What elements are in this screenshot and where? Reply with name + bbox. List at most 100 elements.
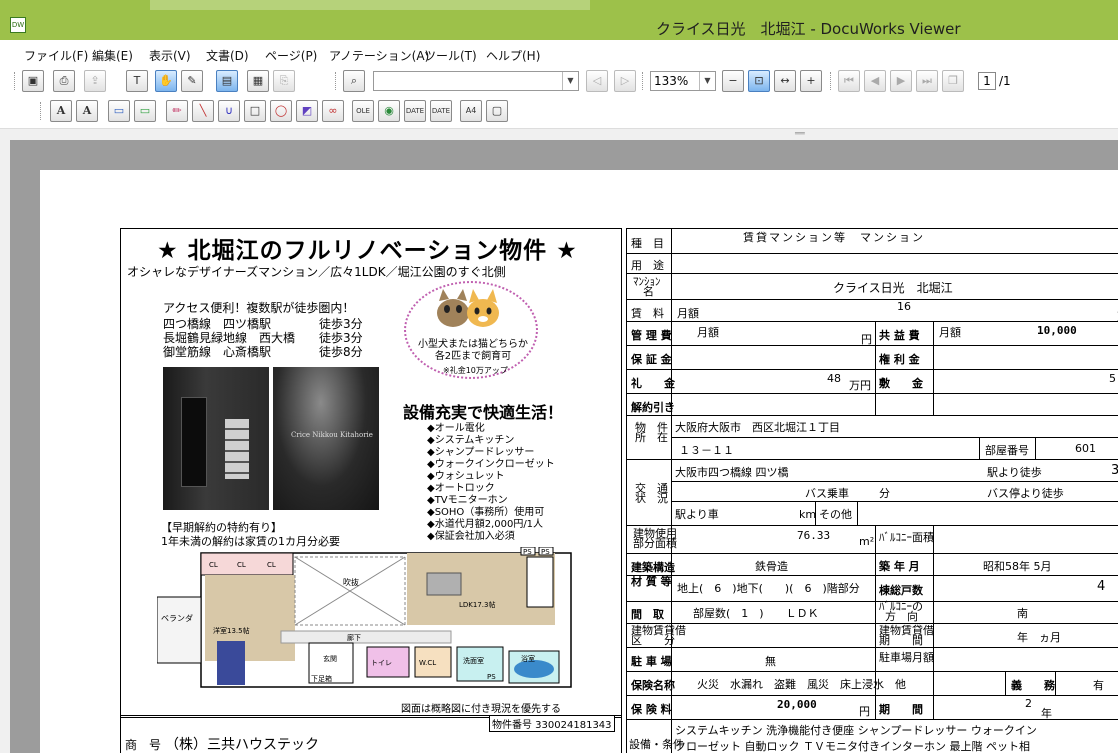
company-box: 商 号 （株）三共ハウステック bbox=[120, 715, 622, 753]
polygon-icon[interactable]: ◩ bbox=[296, 100, 318, 122]
date-stamp-icon[interactable]: DATE bbox=[404, 100, 426, 122]
date-icon[interactable]: DATE bbox=[430, 100, 452, 122]
menu-tools[interactable]: ツール(T) bbox=[424, 47, 477, 64]
value-common-fee: 10,000 bbox=[1037, 324, 1077, 337]
equipment-item: ◆ウォシュレット bbox=[427, 471, 505, 482]
value-rent: 16 bbox=[897, 300, 911, 313]
kyoeki-prefix: 月額 bbox=[939, 326, 961, 339]
label-management-fee: 管 理 費 bbox=[631, 329, 672, 342]
window-title: クライス日光 北堀江 - DocuWorks Viewer bbox=[656, 20, 961, 38]
label-balcony-area: ﾊﾞﾙｺﾆｰ面積 bbox=[879, 531, 934, 544]
menu-annotation[interactable]: アノテーション(A) bbox=[329, 47, 429, 64]
plan-label-ps: PS bbox=[487, 673, 496, 681]
paste-icon[interactable]: ⎘ bbox=[273, 70, 295, 92]
equipment-item: ◆TVモニターホン bbox=[427, 495, 508, 506]
access-heading: アクセス便利！複数駅が徒歩圏内！ bbox=[163, 301, 355, 315]
menu-file[interactable]: ファイル(F) bbox=[24, 47, 88, 64]
fit-width-icon[interactable]: ↔ bbox=[774, 70, 796, 92]
prev-page-icon[interactable]: ◀ bbox=[864, 70, 886, 92]
text-select-icon[interactable]: T bbox=[126, 70, 148, 92]
chevron-down-icon[interactable]: ▼ bbox=[699, 72, 715, 90]
bus-min-unit: 分 bbox=[879, 487, 890, 500]
straight-line-icon[interactable]: ╲ bbox=[192, 100, 214, 122]
pane-splitter[interactable]: ══ bbox=[0, 128, 1118, 138]
polyline-icon[interactable]: ∪ bbox=[218, 100, 240, 122]
kanri-unit: 円 bbox=[861, 333, 872, 346]
label-lease-type-2: 区 分 bbox=[631, 634, 675, 647]
toolbar-separator bbox=[335, 72, 337, 90]
find-prev-icon[interactable]: ◁ bbox=[586, 70, 608, 92]
label-mansion-name-2: 名 bbox=[643, 285, 654, 298]
value-type: 賃貸マンション等 マンション bbox=[743, 231, 925, 244]
toolbar-grip bbox=[14, 72, 16, 90]
toolbar-separator bbox=[642, 72, 644, 90]
annotation-toolbar: A A ▭ ▭ ✏ ╲ ∪ □ ◯ ◩ ∞ OLE ◉ DATE DATE A4… bbox=[0, 96, 1118, 128]
menu-help[interactable]: ヘルプ(H) bbox=[486, 47, 540, 64]
hand-tool-icon[interactable]: ✋ bbox=[155, 70, 177, 92]
zoom-in-icon[interactable]: + bbox=[800, 70, 822, 92]
last-page-icon[interactable]: ⏭ bbox=[916, 70, 938, 92]
page-layout-icon[interactable]: ❐ bbox=[942, 70, 964, 92]
docuworks-app-icon[interactable]: DW bbox=[10, 17, 26, 33]
document-workspace[interactable]: ★ 北堀江のフルリノベーション物件 ★ オシャレなデザイナーズマンション／広々1… bbox=[10, 140, 1118, 753]
page-number-input[interactable]: 1 bbox=[978, 72, 996, 90]
page-size-icon[interactable]: A4 bbox=[460, 100, 482, 122]
plan-label-ps: PS bbox=[541, 548, 550, 556]
entrance-door bbox=[181, 397, 207, 487]
text-box-annotation-icon[interactable]: A bbox=[76, 100, 98, 122]
main-toolbar: ▣ ⎙ ⇪ T ✋ ✎ ▤ ▦ ⎘ ⌕ ▼ ◁ ▷ 133% ▼ − ⊡ ↔ +… bbox=[0, 66, 1118, 98]
value-parking: 無 bbox=[765, 655, 776, 668]
label-room-number: 部屋番号 bbox=[985, 444, 1029, 457]
thumbnail-icon[interactable]: ▦ bbox=[247, 70, 269, 92]
background-window-strip bbox=[150, 0, 590, 10]
ellipse-icon[interactable]: ◯ bbox=[270, 100, 292, 122]
menu-view[interactable]: 表示(V) bbox=[149, 47, 191, 64]
zoom-select[interactable]: 133% ▼ bbox=[650, 71, 716, 91]
insurance-fee-unit: 円 bbox=[859, 705, 870, 718]
eki-walk-label: 駅より徒歩 bbox=[987, 466, 1042, 479]
search-input[interactable]: ▼ bbox=[373, 71, 579, 91]
find-icon[interactable]: ⌕ bbox=[343, 70, 365, 92]
fit-page-icon[interactable]: ⊡ bbox=[748, 70, 770, 92]
plan-label-closet: CL bbox=[209, 561, 218, 569]
flyer-subtitle: オシャレなデザイナーズマンション／広々1LDK／堀江公園のすぐ北側 bbox=[127, 265, 506, 279]
equipment-list: ◆オール電化 ◆システムキッチン ◆シャンプードレッサー ◆ウォークインクローゼ… bbox=[427, 423, 555, 543]
reikin-unit: 万円 bbox=[849, 379, 871, 392]
value-structure: 鉄骨造 bbox=[755, 560, 788, 573]
plan-label-atrium: 吹抜 bbox=[343, 577, 359, 587]
find-next-icon[interactable]: ▷ bbox=[614, 70, 636, 92]
menu-document[interactable]: 文書(D) bbox=[206, 47, 249, 64]
line-marker-blue-icon[interactable]: ▭ bbox=[108, 100, 130, 122]
link-icon[interactable]: ∞ bbox=[322, 100, 344, 122]
eki-car-label: 駅より車 bbox=[675, 508, 719, 521]
send-to-icon[interactable]: ⇪ bbox=[84, 70, 106, 92]
label-parking: 駐 車 場 bbox=[631, 655, 672, 668]
first-page-icon[interactable]: ⏮ bbox=[838, 70, 860, 92]
highlighter-icon[interactable]: ✎ bbox=[181, 70, 203, 92]
menu-page[interactable]: ページ(P) bbox=[265, 47, 317, 64]
rectangle-icon[interactable]: □ bbox=[244, 100, 266, 122]
bus-walk-label: バス停より徒歩 bbox=[987, 487, 1064, 500]
save-icon[interactable]: ▣ bbox=[22, 70, 44, 92]
splitter-grip-icon[interactable]: ══ bbox=[795, 129, 805, 138]
ole-icon[interactable]: OLE bbox=[352, 100, 374, 122]
next-page-icon[interactable]: ▶ bbox=[890, 70, 912, 92]
label-lease-term-2: 期 間 bbox=[879, 634, 923, 647]
print-icon[interactable]: ⎙ bbox=[53, 70, 75, 92]
equipment-heading: 設備充実で快適生活！ bbox=[403, 403, 564, 422]
line-marker-green-icon[interactable]: ▭ bbox=[134, 100, 156, 122]
pen-icon[interactable]: ✏ bbox=[166, 100, 188, 122]
chevron-down-icon[interactable]: ▼ bbox=[562, 72, 578, 90]
stamp-icon[interactable]: ◉ bbox=[378, 100, 400, 122]
property-flyer: ★ 北堀江のフルリノベーション物件 ★ オシャレなデザイナーズマンション／広々1… bbox=[120, 228, 622, 732]
zoom-out-icon[interactable]: − bbox=[722, 70, 744, 92]
label-parking-fee: 駐車場月額 bbox=[879, 651, 934, 664]
equipment-item: ◆シャンプードレッサー bbox=[427, 447, 535, 458]
document-page: ★ 北堀江のフルリノベーション物件 ★ オシャレなデザイナーズマンション／広々1… bbox=[40, 170, 1118, 753]
page-view-icon[interactable]: ▤ bbox=[216, 70, 238, 92]
label-transport-2: 状 況 bbox=[635, 492, 668, 505]
sticky-note-icon[interactable]: ▢ bbox=[486, 100, 508, 122]
plan-label-ldk: LDK17.3帖 bbox=[459, 600, 495, 609]
menu-edit[interactable]: 編集(E) bbox=[92, 47, 133, 64]
text-annotation-icon[interactable]: A bbox=[50, 100, 72, 122]
